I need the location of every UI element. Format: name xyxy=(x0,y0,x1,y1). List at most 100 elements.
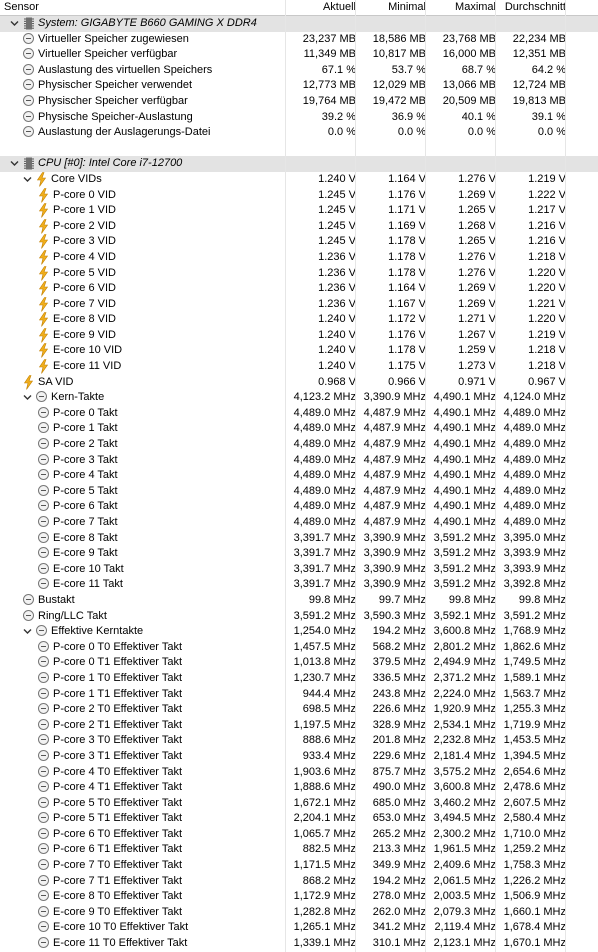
sensor-row[interactable]: P-core 0 VID 1.245 V 1.176 V 1.269 V 1.222 V xyxy=(0,187,598,204)
column-header-current[interactable]: Aktuell xyxy=(286,0,356,15)
current-value: 4,489.0 MHz xyxy=(293,484,356,497)
sensor-row[interactable]: P-core 6 Takt 4,489.0 MHz 4,487.9 MHz 4,490… xyxy=(0,499,598,515)
collapse-chevron-icon[interactable] xyxy=(22,174,33,185)
sensor-name-cell: E-core 10 Takt xyxy=(0,562,286,578)
sensor-row[interactable]: Auslastung der Auslagerungs-Datei 0.0 % 0.… xyxy=(0,125,598,141)
sensor-row[interactable]: P-core 5 T1 Effektiver Takt 2,204.1 MHz 65… xyxy=(0,811,598,827)
sensor-row[interactable]: E-core 10 T0 Effektiver Takt 1,265.1 MHz 3… xyxy=(0,920,598,936)
avg-value: 1,768.9 MHz xyxy=(503,625,566,638)
sensor-row[interactable]: P-core 5 Takt 4,489.0 MHz 4,487.9 MHz 4,490… xyxy=(0,484,598,500)
collapse-chevron-icon[interactable] xyxy=(9,158,20,169)
sensor-subgroup-row[interactable]: Kern-Takte 4,123.2 MHz 3,390.9 MHz 4,490.1 … xyxy=(0,390,598,406)
avg-value: 1,226.2 MHz xyxy=(503,874,566,887)
sensor-circle-icon xyxy=(38,531,49,543)
collapse-chevron-icon[interactable] xyxy=(22,392,33,403)
current-value: 1,282.8 MHz xyxy=(293,905,356,918)
sensor-row[interactable]: E-core 9 Takt 3,391.7 MHz 3,390.9 MHz 3,591… xyxy=(0,546,598,562)
sensor-row[interactable]: E-core 9 T0 Effektiver Takt 1,282.8 MHz 26… xyxy=(0,905,598,921)
avg-value: 4,489.0 MHz xyxy=(503,406,566,419)
column-divider xyxy=(355,0,356,952)
sensor-row[interactable]: P-core 0 Takt 4,489.0 MHz 4,487.9 MHz 4,490… xyxy=(0,406,598,422)
min-value: 349.9 MHz xyxy=(372,859,426,872)
min-value: 1.171 V xyxy=(388,204,426,217)
avg-value: 1,589.1 MHz xyxy=(503,671,566,684)
sensor-row[interactable]: P-core 2 VID 1.245 V 1.169 V 1.268 V 1.216 V xyxy=(0,218,598,235)
sensor-row[interactable]: E-core 11 Takt 3,391.7 MHz 3,390.9 MHz 3,59… xyxy=(0,577,598,593)
avg-value: 4,489.0 MHz xyxy=(503,422,566,435)
sensor-circle-icon xyxy=(38,438,49,450)
sensor-circle-icon xyxy=(23,94,34,106)
sensor-row[interactable]: E-core 11 T0 Effektiver Takt 1,339.1 MHz 3… xyxy=(0,936,598,952)
collapse-chevron-icon[interactable] xyxy=(22,626,33,637)
sensor-row[interactable]: P-core 2 Takt 4,489.0 MHz 4,487.9 MHz 4,490… xyxy=(0,437,598,453)
sensor-row[interactable]: E-core 10 Takt 3,391.7 MHz 3,390.9 MHz 3,59… xyxy=(0,562,598,578)
sensor-row[interactable]: P-core 1 Takt 4,489.0 MHz 4,487.9 MHz 4,490… xyxy=(0,421,598,437)
sensor-name-cell: P-core 5 T1 Effektiver Takt xyxy=(0,811,286,827)
sensor-row[interactable]: SA VID 0.968 V 0.966 V 0.971 V 0.967 V xyxy=(0,374,598,391)
sensor-row[interactable]: P-core 4 Takt 4,489.0 MHz 4,487.9 MHz 4,490… xyxy=(0,468,598,484)
sensor-row[interactable]: E-core 11 VID 1.240 V 1.175 V 1.273 V 1.218 … xyxy=(0,359,598,375)
column-header-max[interactable]: Maximal xyxy=(426,0,496,15)
sensor-row[interactable]: P-core 1 VID 1.245 V 1.171 V 1.265 V 1.217 V xyxy=(0,203,598,219)
sensor-row[interactable]: P-core 6 VID 1.236 V 1.164 V 1.269 V 1.220 V xyxy=(0,281,598,297)
sensor-row[interactable]: P-core 0 T1 Effektiver Takt 1,013.8 MHz 37… xyxy=(0,655,598,671)
sensor-row[interactable]: P-core 3 T1 Effektiver Takt 933.4 MHz 229.… xyxy=(0,749,598,765)
sensor-row[interactable]: Virtueller Speicher verfügbar 11,349 MB 10… xyxy=(0,47,598,63)
sensor-row[interactable]: E-core 8 T0 Effektiver Takt 1,172.9 MHz 27… xyxy=(0,889,598,905)
max-value: 2,003.5 MHz xyxy=(433,890,496,903)
sensor-row[interactable]: P-core 2 T0 Effektiver Takt 698.5 MHz 226.… xyxy=(0,702,598,718)
bolt-icon xyxy=(38,281,49,296)
sensor-row[interactable]: Ring/LLC Takt 3,591.2 MHz 3,590.3 MHz 3,592… xyxy=(0,609,598,625)
bolt-icon xyxy=(38,265,49,281)
sensor-row[interactable]: P-core 1 T1 Effektiver Takt 944.4 MHz 243.… xyxy=(0,687,598,703)
sensor-row[interactable]: P-core 5 T0 Effektiver Takt 1,672.1 MHz 68… xyxy=(0,796,598,812)
sensor-row[interactable]: P-core 7 T0 Effektiver Takt 1,171.5 MHz 34… xyxy=(0,858,598,874)
sensor-row[interactable]: E-core 8 VID 1.240 V 1.172 V 1.271 V 1.220 V xyxy=(0,312,598,328)
sensor-row[interactable]: P-core 4 T1 Effektiver Takt 1,888.6 MHz 49… xyxy=(0,780,598,796)
sensor-row[interactable]: P-core 2 T1 Effektiver Takt 1,197.5 MHz 32… xyxy=(0,718,598,734)
device-group-row[interactable]: System: GIGABYTE B660 GAMING X DDR4 xyxy=(0,16,598,32)
device-group-row[interactable]: CPU [#0]: Intel Core i7-12700 xyxy=(0,156,598,172)
sensor-row[interactable]: Physischer Speicher verfügbar 19,764 MB 19… xyxy=(0,94,598,110)
sensor-row[interactable]: P-core 6 T0 Effektiver Takt 1,065.7 MHz 26… xyxy=(0,827,598,843)
sensor-row[interactable]: P-core 5 VID 1.236 V 1.178 V 1.276 V 1.220 V xyxy=(0,265,598,282)
sensor-row[interactable]: E-core 10 VID 1.240 V 1.178 V 1.259 V 1.218 … xyxy=(0,343,598,359)
sensor-row[interactable]: P-core 6 T1 Effektiver Takt 882.5 MHz 213.… xyxy=(0,842,598,858)
sensor-row[interactable]: P-core 4 T0 Effektiver Takt 1,903.6 MHz 87… xyxy=(0,765,598,781)
sensor-subgroup-row[interactable]: Core VIDs 1.240 V 1.164 V 1.276 V 1.219 V xyxy=(0,172,598,188)
sensor-row[interactable]: Virtueller Speicher zugewiesen 23,237 MB 1… xyxy=(0,32,598,48)
column-header-sensor[interactable]: Sensor xyxy=(4,0,39,15)
current-value: 4,489.0 MHz xyxy=(293,406,356,419)
sensor-row[interactable]: Physische Speicher-Auslastung 39.2 % 36.9 … xyxy=(0,110,598,126)
sensor-circle-icon xyxy=(38,874,49,886)
collapse-chevron-icon[interactable] xyxy=(9,18,20,29)
sensor-row[interactable]: E-core 9 VID 1.240 V 1.176 V 1.267 V 1.219 V xyxy=(0,328,598,344)
sensor-name: SA VID xyxy=(38,375,74,388)
sensor-row[interactable]: Physischer Speicher verwendet 12,773 MB 12… xyxy=(0,78,598,94)
sensor-row[interactable]: P-core 7 Takt 4,489.0 MHz 4,487.9 MHz 4,490… xyxy=(0,515,598,531)
sensor-row[interactable]: P-core 1 T0 Effektiver Takt 1,230.7 MHz 33… xyxy=(0,671,598,687)
sensor-row[interactable]: P-core 3 VID 1.245 V 1.178 V 1.265 V 1.216 V xyxy=(0,234,598,250)
current-value: 0.968 V xyxy=(318,375,356,388)
column-header-min[interactable]: Minimal xyxy=(356,0,426,15)
avg-value: 1,506.9 MHz xyxy=(503,890,566,903)
sensor-row[interactable]: P-core 4 VID 1.236 V 1.178 V 1.276 V 1.218 V xyxy=(0,250,598,266)
column-header-avg[interactable]: Durchschnitt xyxy=(496,0,566,15)
avg-value: 3,395.0 MHz xyxy=(503,531,566,544)
min-value: 875.7 MHz xyxy=(372,765,426,778)
sensor-row[interactable]: P-core 7 T1 Effektiver Takt 868.2 MHz 194.… xyxy=(0,874,598,890)
min-value: 3,390.9 MHz xyxy=(363,547,426,560)
max-value: 3,591.2 MHz xyxy=(433,562,496,575)
sensor-row[interactable]: P-core 3 T0 Effektiver Takt 888.6 MHz 201.… xyxy=(0,733,598,749)
sensor-name: P-core 0 T1 Effektiver Takt xyxy=(53,656,183,669)
max-value: 1.276 V xyxy=(458,172,496,185)
sensor-row[interactable]: P-core 0 T0 Effektiver Takt 1,457.5 MHz 56… xyxy=(0,640,598,656)
max-value: 2,224.0 MHz xyxy=(433,687,496,700)
sensor-row[interactable]: P-core 3 Takt 4,489.0 MHz 4,487.9 MHz 4,490… xyxy=(0,453,598,469)
sensor-row[interactable]: P-core 7 VID 1.236 V 1.167 V 1.269 V 1.221 V xyxy=(0,296,598,313)
sensor-row[interactable]: Bustakt 99.8 MHz 99.7 MHz 99.8 MHz 99.8 MHz xyxy=(0,593,598,609)
sensor-subgroup-row[interactable]: Effektive Kerntakte 1,254.0 MHz 194.2 MHz 3… xyxy=(0,624,598,640)
sensor-row[interactable]: E-core 8 Takt 3,391.7 MHz 3,390.9 MHz 3,591… xyxy=(0,531,598,547)
sensor-row[interactable]: Auslastung des virtuellen Speichers 67.1 … xyxy=(0,63,598,79)
sensor-circle-icon xyxy=(38,469,49,481)
